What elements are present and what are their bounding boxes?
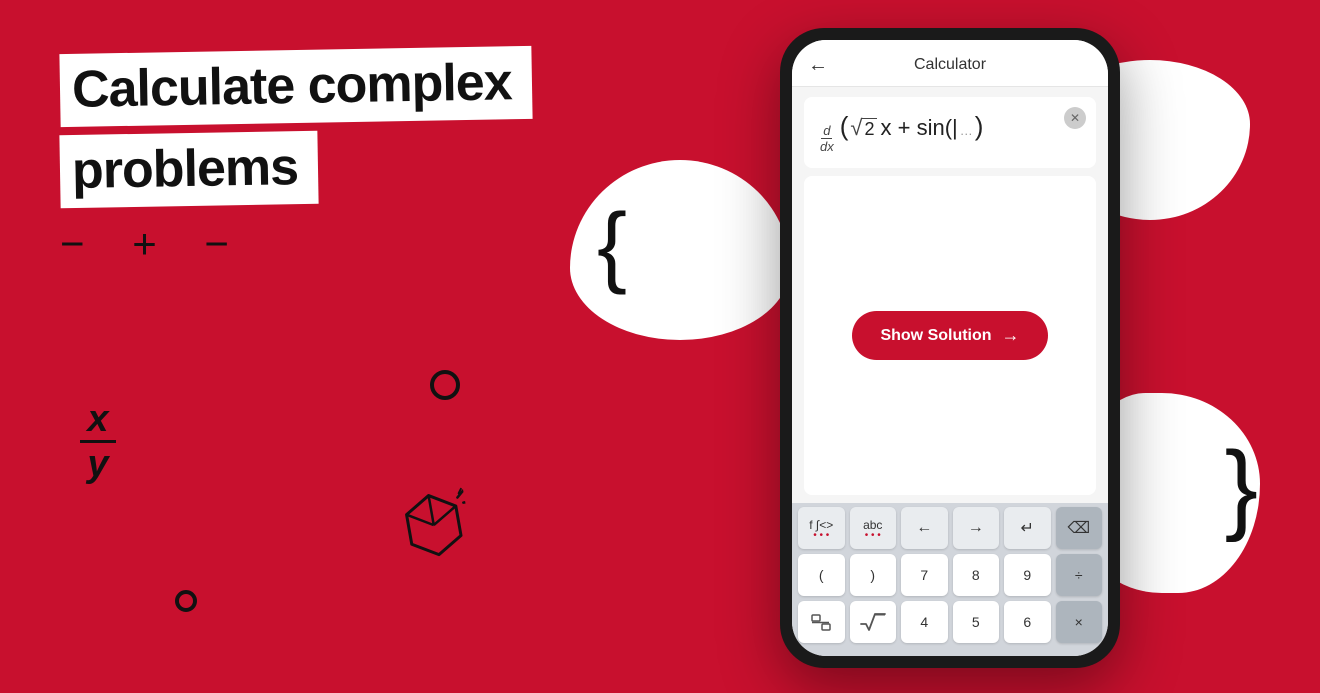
left-hero-section: Calculate complex problems bbox=[60, 50, 540, 206]
keyboard-row-2: 4 5 6 × bbox=[798, 601, 1102, 643]
key-abc[interactable]: abc • • • bbox=[850, 507, 897, 549]
keyboard-row-0: f ∫<> • • • abc • • • ← → ↵ ⌫ bbox=[798, 507, 1102, 549]
show-solution-button[interactable]: Show Solution → bbox=[852, 311, 1047, 360]
key-sqrt[interactable] bbox=[850, 601, 897, 643]
decorative-circle-2 bbox=[175, 590, 197, 612]
headline-line2: problems bbox=[72, 138, 299, 200]
math-decoration-symbols: − + − bbox=[60, 220, 247, 268]
calculator-title: Calculator bbox=[914, 56, 986, 74]
key-9[interactable]: 9 bbox=[1004, 554, 1051, 596]
cube-decoration bbox=[393, 485, 477, 580]
key-divide[interactable]: ÷ bbox=[1056, 554, 1103, 596]
fraction-decoration: x y bbox=[80, 400, 116, 483]
key-open-paren[interactable]: ( bbox=[798, 554, 845, 596]
sqrt-expression: √ 2 bbox=[850, 115, 876, 141]
keyboard-row-1: ( ) 7 8 9 ÷ bbox=[798, 554, 1102, 596]
calculator-keyboard: f ∫<> • • • abc • • • ← → ↵ ⌫ bbox=[792, 503, 1108, 656]
phone-screen: ← Calculator d dx ( √ 2 x + sin(| … bbox=[792, 40, 1108, 656]
key-enter[interactable]: ↵ bbox=[1004, 507, 1051, 549]
key-functions[interactable]: f ∫<> • • • bbox=[798, 507, 845, 549]
key-close-paren[interactable]: ) bbox=[850, 554, 897, 596]
key-fraction[interactable] bbox=[798, 601, 845, 643]
headline-line1: Calculate complex bbox=[72, 53, 513, 119]
decorative-circle-1 bbox=[430, 370, 460, 400]
curly-brace-left: { bbox=[597, 195, 627, 298]
headline-box-1: Calculate complex bbox=[59, 46, 532, 127]
key-6[interactable]: 6 bbox=[1004, 601, 1051, 643]
key-4[interactable]: 4 bbox=[901, 601, 948, 643]
solution-area: Show Solution → bbox=[804, 176, 1096, 495]
key-5[interactable]: 5 bbox=[953, 601, 1000, 643]
headline-box-2: problems bbox=[59, 131, 318, 209]
phone-mockup: ← Calculator d dx ( √ 2 x + sin(| … bbox=[780, 28, 1120, 668]
arrow-right-icon: → bbox=[1002, 325, 1020, 346]
clear-button[interactable]: ✕ bbox=[1064, 107, 1086, 129]
phone-frame: ← Calculator d dx ( √ 2 x + sin(| … bbox=[780, 28, 1120, 668]
derivative-notation: d dx bbox=[818, 123, 836, 154]
key-multiply[interactable]: × bbox=[1056, 601, 1103, 643]
key-left-arrow[interactable]: ← bbox=[901, 507, 948, 549]
key-7[interactable]: 7 bbox=[901, 554, 948, 596]
formula-input-area[interactable]: d dx ( √ 2 x + sin(| … ) ✕ bbox=[804, 97, 1096, 168]
curly-brace-right: } bbox=[1225, 430, 1258, 545]
back-arrow-icon[interactable]: ← bbox=[808, 54, 828, 77]
key-8[interactable]: 8 bbox=[953, 554, 1000, 596]
phone-header: ← Calculator bbox=[792, 40, 1108, 87]
key-backspace[interactable]: ⌫ bbox=[1056, 507, 1103, 549]
key-right-arrow[interactable]: → bbox=[953, 507, 1000, 549]
formula-display: d dx ( √ 2 x + sin(| … ) bbox=[818, 111, 1082, 154]
show-solution-label: Show Solution bbox=[880, 327, 991, 345]
